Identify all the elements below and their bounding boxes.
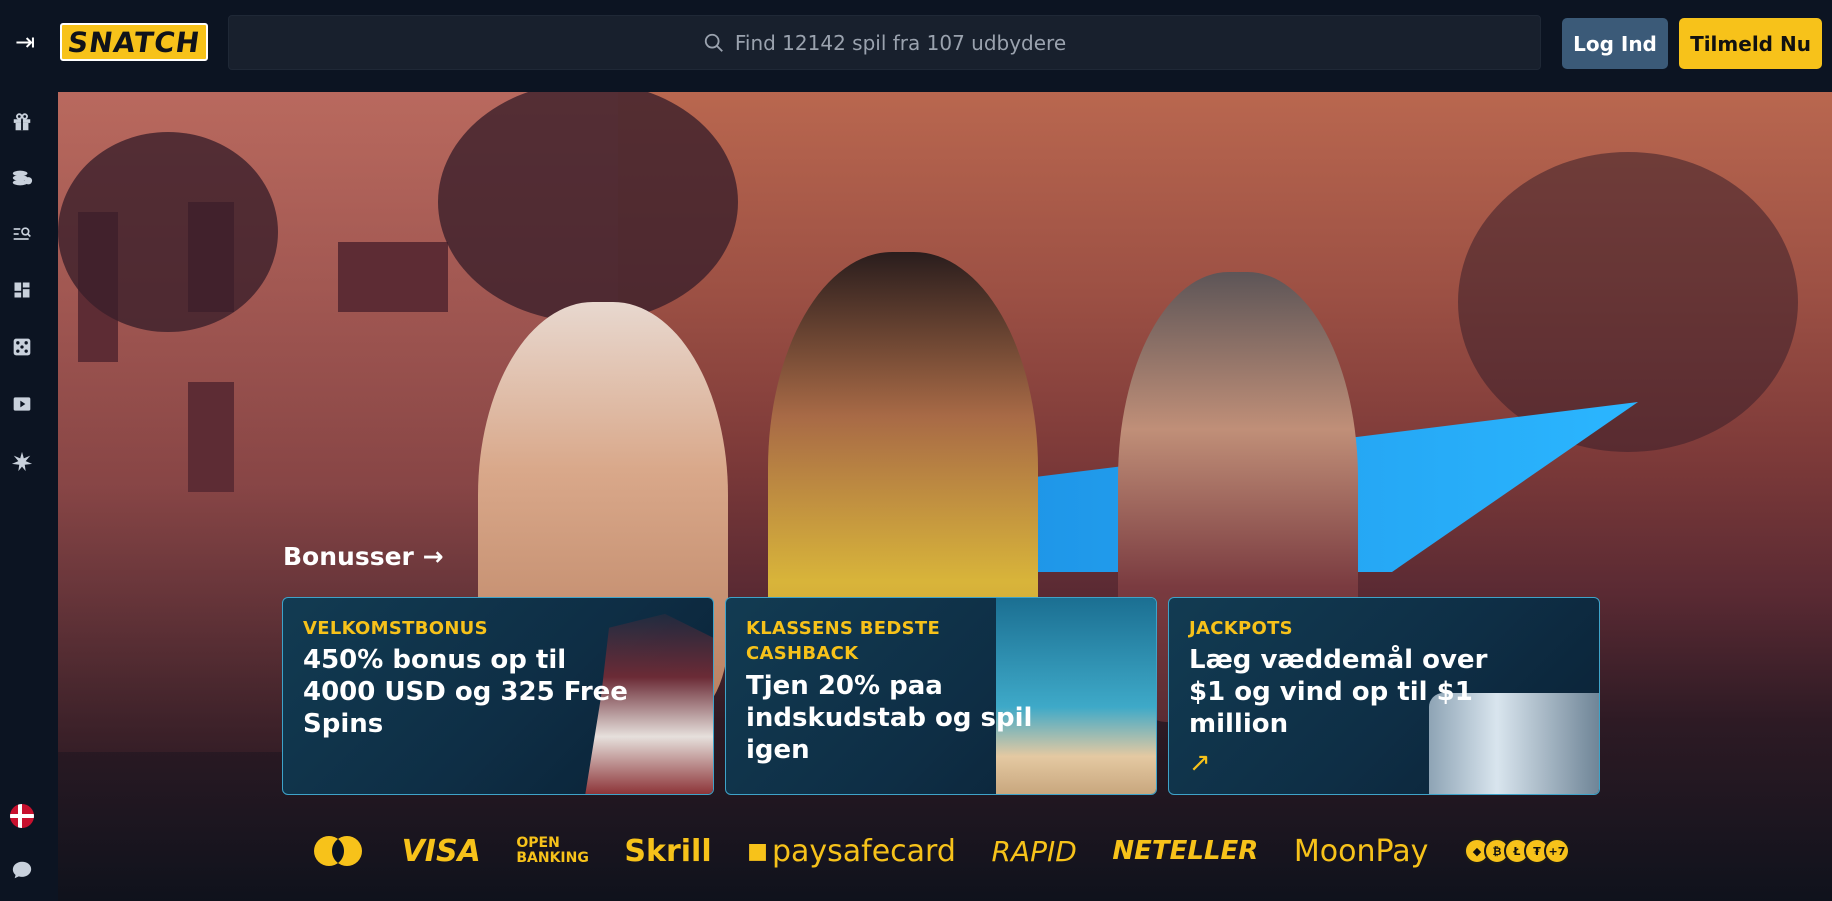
denmark-flag-icon[interactable]: [10, 804, 34, 828]
promo-card-category: VELKOMSTBONUS: [303, 618, 488, 639]
signup-button[interactable]: Tilmeld Nu: [1679, 18, 1822, 69]
dice-icon[interactable]: [0, 327, 44, 367]
crypto-logos: ◆ ₿ Ł ₮ +7: [1463, 838, 1570, 864]
open-banking-line2: BANKING: [516, 850, 589, 866]
rapid-logo: RAPID: [991, 834, 1077, 868]
sidebar-toggle-icon[interactable]: ⇥: [10, 28, 40, 56]
bonuses-link-label: Bonusser: [283, 542, 414, 571]
top-bar: ⇥ SNATCH Find 12142 spil fra 107 udbyder…: [0, 0, 1832, 92]
promo-card-title: 450% bonus op til 4000 USD og 325 Free S…: [303, 645, 628, 739]
paysafecard-text: paysafecard: [771, 833, 956, 869]
sidebar: [0, 92, 58, 901]
palm-tree-illustration: [58, 132, 278, 332]
open-banking-logo: OPEN BANKING: [516, 836, 589, 866]
dashboard-icon[interactable]: [0, 270, 44, 310]
bonuses-link[interactable]: Bonusser →: [283, 542, 444, 571]
search-placeholder: Find 12142 spil fra 107 udbydere: [734, 30, 1067, 55]
mastercard-logo: [310, 834, 366, 868]
building-window: [188, 382, 234, 492]
login-button[interactable]: Log Ind: [1562, 18, 1668, 69]
search-list-icon[interactable]: [0, 214, 44, 254]
promo-card-welcome[interactable]: VELKOMSTBONUS 450% bonus op til 4000 USD…: [282, 597, 714, 795]
palm-tree-illustration: [438, 92, 738, 322]
promo-card-cashback[interactable]: KLASSENS BEDSTE CASHBACK Tjen 20% paa in…: [725, 597, 1157, 795]
search-input[interactable]: Find 12142 spil fra 107 udbydere: [228, 15, 1541, 70]
promo-card-title: Læg væddemål over $1 og vind op til $1 m…: [1189, 645, 1488, 739]
open-banking-line1: OPEN: [516, 835, 560, 851]
skrill-logo: Skrill: [624, 833, 712, 869]
promo-card-jackpots[interactable]: JACKPOTS Læg væddemål over $1 og vind op…: [1168, 597, 1600, 795]
live-play-icon[interactable]: [0, 384, 44, 424]
neteller-logo: NETELLER: [1112, 836, 1259, 866]
gift-icon[interactable]: [0, 102, 44, 142]
chat-icon[interactable]: [0, 850, 44, 890]
more-crypto-badge: +7: [1543, 838, 1570, 864]
arrow-right-icon: →: [422, 542, 444, 571]
site-logo[interactable]: SNATCH: [60, 23, 208, 61]
coins-icon[interactable]: [0, 158, 44, 198]
logo-text: SNATCH: [65, 25, 203, 59]
arrow-up-right-icon: ↗: [1189, 748, 1211, 778]
search-icon: [704, 33, 723, 52]
paysafe-lock-icon: ■: [747, 838, 768, 864]
visa-logo: VISA: [401, 833, 481, 869]
building-window: [338, 242, 448, 312]
promo-card-title: Tjen 20% paa indskudstab og spil igen: [746, 671, 1033, 765]
paysafecard-logo: ■ paysafecard: [747, 834, 956, 869]
moonpay-logo: MoonPay: [1293, 833, 1429, 869]
payment-methods: VISA OPEN BANKING Skrill ■ paysafecard RAP…: [310, 826, 1570, 876]
promo-card-category: JACKPOTS: [1189, 618, 1293, 639]
promo-card-category: KLASSENS BEDSTE CASHBACK: [746, 618, 941, 664]
star-burst-icon[interactable]: [0, 442, 44, 482]
